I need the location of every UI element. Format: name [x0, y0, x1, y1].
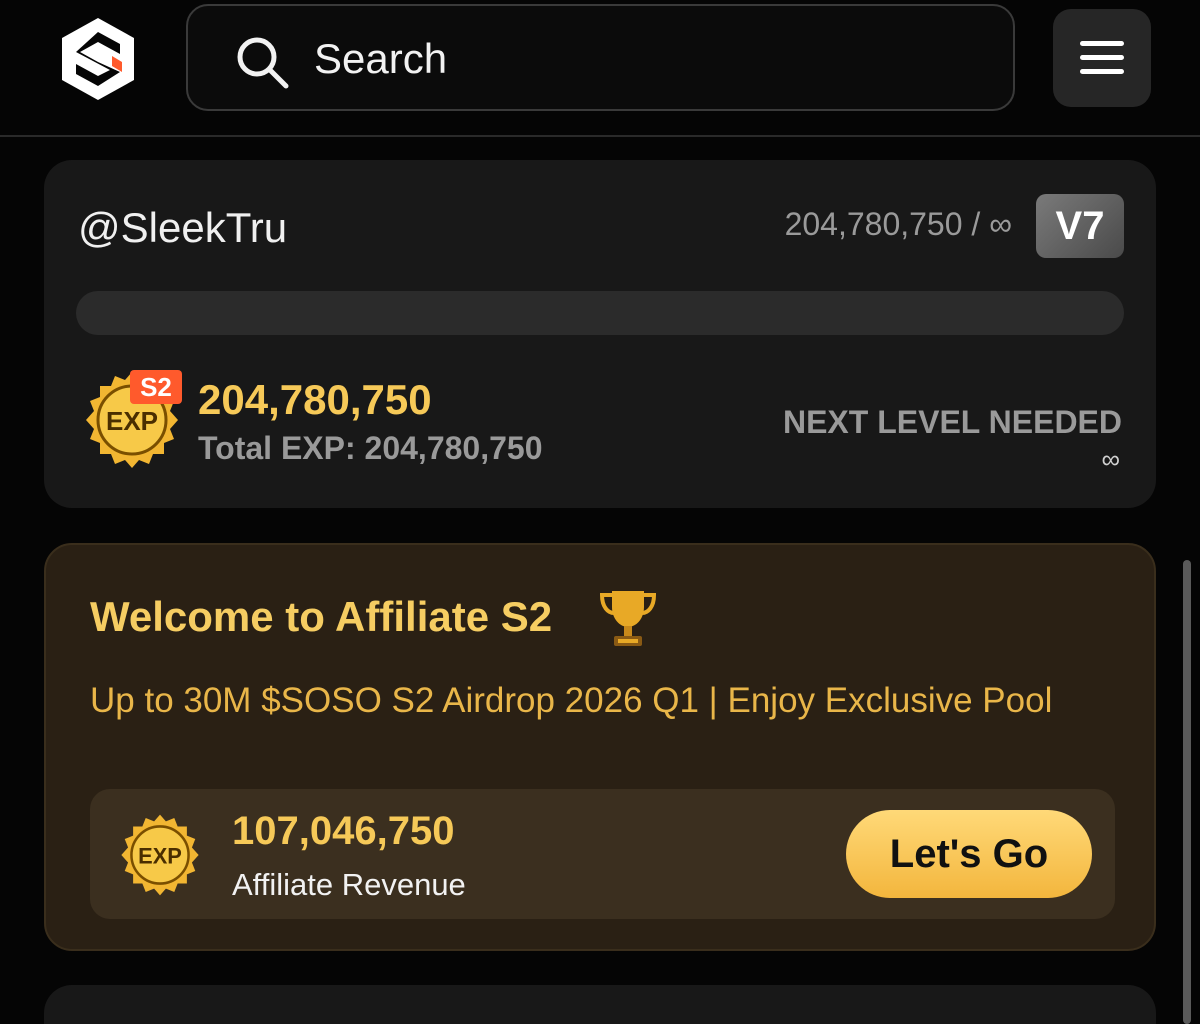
exp-ratio: 204,780,750 / ∞: [784, 206, 1012, 242]
next-card: [44, 985, 1156, 1024]
brand-logo-icon[interactable]: [58, 14, 138, 104]
hamburger-menu-icon: [1080, 41, 1124, 74]
search-bar[interactable]: [186, 4, 1015, 111]
profile-card: @SleekTru 204,780,750 / ∞ V7 EXP S2 204,…: [44, 160, 1156, 508]
scrollbar-thumb[interactable]: [1183, 560, 1191, 1024]
level-progress-bar: [76, 291, 1124, 335]
exp-badge-icon: EXP: [121, 814, 199, 896]
search-icon: [237, 37, 289, 89]
exp-value: 204,780,750: [198, 376, 432, 423]
search-input[interactable]: [314, 26, 974, 92]
affiliate-revenue-label: Affiliate Revenue: [232, 867, 466, 902]
level-badge: V7: [1036, 194, 1124, 258]
affiliate-revenue-value: 107,046,750: [232, 809, 455, 853]
season-tag: S2: [130, 370, 182, 404]
lets-go-button[interactable]: Let's Go: [846, 810, 1092, 898]
next-level-label: NEXT LEVEL NEEDED: [782, 404, 1122, 440]
affiliate-subtitle: Up to 30M $SOSO S2 Airdrop 2026 Q1 | Enj…: [90, 681, 1053, 720]
exp-badge-label: EXP: [106, 406, 158, 436]
affiliate-revenue-panel: EXP 107,046,750 Affiliate Revenue Let's …: [90, 789, 1115, 919]
trophy-icon: [599, 591, 657, 646]
next-level-value: ∞: [1101, 444, 1120, 474]
exp-badge-label: EXP: [138, 843, 182, 868]
page: @SleekTru 204,780,750 / ∞ V7 EXP S2 204,…: [0, 0, 1200, 1024]
top-header: [0, 0, 1200, 137]
menu-button[interactable]: [1053, 9, 1151, 107]
total-exp: Total EXP: 204,780,750: [198, 430, 543, 466]
affiliate-card: Welcome to Affiliate S2 Up to 30M $SOSO …: [44, 543, 1156, 951]
username: @SleekTru: [78, 204, 288, 251]
affiliate-title: Welcome to Affiliate S2: [90, 593, 553, 640]
